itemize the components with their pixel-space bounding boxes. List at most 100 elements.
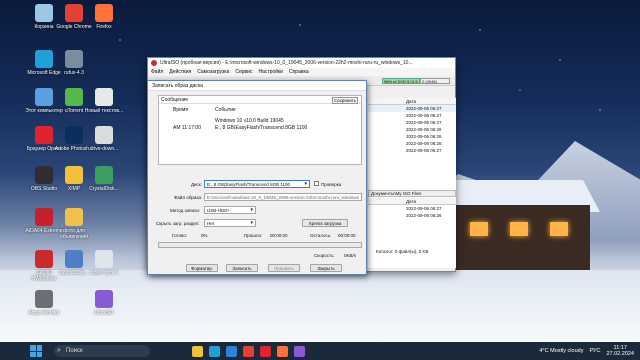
file-row[interactable]: 2022-09-06 06:26 (368, 133, 456, 140)
write-button[interactable]: Записать (226, 264, 258, 272)
column-header-date[interactable]: Дата (368, 98, 456, 105)
desktop-icon-label: drive-down... (89, 146, 119, 152)
menu-item[interactable]: Сервис (235, 69, 252, 75)
file-row[interactable]: 2022-09-06 06:27 (368, 105, 456, 112)
edge-icon (35, 50, 53, 68)
clock[interactable]: 11:17 27.02.2024 (606, 345, 634, 357)
language-indicator[interactable]: РУС (589, 348, 600, 354)
elapsed-label: Прошло: (244, 233, 263, 238)
window-title: UltraISO (пробная версия) - E:\microsoft… (160, 60, 413, 66)
disk-select[interactable]: E:, 8 GB(EasyFlash/Transcend 8GB 1100 (204, 180, 310, 188)
start-button[interactable] (30, 345, 42, 357)
weather-widget[interactable]: 4°C Mostly cloudy (539, 348, 583, 354)
file-list-pane[interactable]: Дата 2022-09-06 06:27 2022-09-06 06:27 202… (368, 98, 456, 268)
utorrent-icon (65, 88, 83, 106)
log-event: E:, 8 GB(EasyFlash/Transcend 8GB 1100 (215, 125, 308, 131)
elapsed-value: 00:00:00 (270, 233, 288, 238)
argus-icon (35, 290, 53, 308)
aida64-icon (35, 208, 53, 226)
taskbar-apps (186, 345, 305, 357)
file-row[interactable]: 2022-09-06 06:27 (368, 112, 456, 119)
desktop-icon-label: Argus Monitor (28, 310, 60, 316)
disk-size-select[interactable]: 2 (4048) (420, 78, 450, 84)
ximp-icon (65, 166, 83, 184)
desktop-icon-label: Корзина (34, 24, 54, 30)
close-button[interactable]: Закрыть (310, 264, 342, 272)
desktop-icon[interactable]: фото для объявлений (54, 208, 94, 240)
menu-item[interactable]: Самозагрузка (197, 69, 229, 75)
messages-label: Сообщение (159, 96, 361, 104)
write-disk-image-dialog[interactable]: Записать образ диска Сообщение Сохранить… (147, 80, 367, 275)
xpress-boot-button[interactable]: Xpress загрузка (302, 219, 348, 227)
format-button[interactable]: Форматир. (186, 264, 218, 272)
menu-item[interactable]: Справка (289, 69, 309, 75)
ultraiso-icon (95, 290, 113, 308)
file-row[interactable]: 2022-09-06 06:26 (368, 140, 456, 147)
chrome-icon (65, 4, 83, 22)
file-row[interactable]: 2022-09-06 06:27 (368, 119, 456, 126)
desktop-icon[interactable]: UltraISO (84, 290, 124, 316)
firefox-icon (95, 4, 113, 22)
rufus-icon (65, 50, 83, 68)
desktop-icon[interactable]: CrystalDisk... (84, 166, 124, 192)
desktop-icon[interactable]: Firefox (84, 4, 124, 30)
opera-icon[interactable] (260, 345, 271, 357)
desktop-icon-label: фото для объявлений (60, 228, 88, 240)
taskbar-search[interactable]: Поиск (54, 345, 150, 357)
file-row[interactable]: 2022-09-06 06:26 (368, 126, 456, 133)
desktop-icon-label: CrystalDisk... (89, 186, 119, 192)
write-progress-bar (158, 242, 362, 248)
write-method-label: Метод записи: (170, 208, 200, 213)
column-header-date-2[interactable]: Дата (368, 198, 456, 205)
write-method-select[interactable]: USB-HDD+ (204, 206, 256, 214)
firefox-icon[interactable] (277, 345, 288, 357)
local-path-field[interactable]: Документы\My ISO Files (368, 190, 456, 197)
clock-date: 27.02.2024 (606, 351, 634, 357)
desktop-icon-label: CPUID HWMonitor (31, 270, 57, 282)
store-icon[interactable] (226, 345, 237, 357)
desktop-icon[interactable]: drive-down... (84, 126, 124, 152)
desktop-icon[interactable]: скрин пуск 1 (84, 250, 124, 276)
speed-value: 0KB/s (344, 253, 357, 258)
chrome-icon[interactable] (243, 345, 254, 357)
crystaldisk-icon (95, 166, 113, 184)
desktop-icon-label: скрин пуск 1 (89, 270, 119, 276)
col-event: Событие (215, 107, 236, 113)
desktop-icon-label: Firefox (96, 24, 112, 30)
edge-icon[interactable] (209, 345, 220, 357)
abort-button[interactable]: Прервать (268, 264, 300, 272)
file-icon (95, 126, 113, 144)
desktop-icon[interactable]: rufus-4.3 (54, 50, 94, 76)
message-log: Сообщение Сохранить Время Событие Window… (158, 95, 362, 165)
photoshop-icon (65, 126, 83, 144)
computer-icon (35, 88, 53, 106)
window-titlebar[interactable]: UltraISO (пробная версия) - E:\microsoft… (148, 58, 455, 68)
desktop-icon[interactable]: Argus Monitor (24, 290, 64, 316)
file-row[interactable]: 2022-09-06 06:27 (368, 147, 456, 154)
verify-checkbox[interactable] (314, 181, 319, 186)
speed-label: Скорость: (314, 253, 335, 258)
menu-item[interactable]: Файл (151, 69, 163, 75)
dialog-title[interactable]: Записать образ диска (148, 81, 366, 91)
file-row[interactable]: 2022-09-06 06:26 (368, 212, 456, 219)
cabin-window (550, 222, 568, 236)
cabin-window (510, 222, 528, 236)
explorer-icon[interactable] (192, 345, 203, 357)
desktop-icon[interactable]: Новый текстов... (84, 88, 124, 114)
cabin (440, 205, 590, 275)
hide-boot-select[interactable]: Нет (204, 219, 256, 227)
taskbar: Поиск 4°C Mostly cloudy РУС 11:17 27.02.… (0, 342, 640, 360)
ultraiso-icon (151, 60, 157, 66)
ultraiso-icon[interactable] (294, 345, 305, 357)
hwmonitor-icon (35, 250, 53, 268)
opera-icon (35, 126, 53, 144)
image-file-field[interactable]: E:\microsoft-windows-10_0_19045_2006-ver… (204, 193, 362, 201)
image-file-label: Файл образа: (174, 195, 203, 200)
file-row[interactable]: 2022-09-06 06:27 (368, 205, 456, 212)
remain-value: 00:00:00 (338, 233, 356, 238)
desktop-icon-label: UltraISO (94, 310, 114, 316)
save-log-button[interactable]: Сохранить (332, 97, 358, 104)
menu-item[interactable]: Действия (169, 69, 191, 75)
hide-boot-label: Скрыть загр. раздел: (156, 221, 200, 226)
menu-item[interactable]: Настройки (258, 69, 283, 75)
